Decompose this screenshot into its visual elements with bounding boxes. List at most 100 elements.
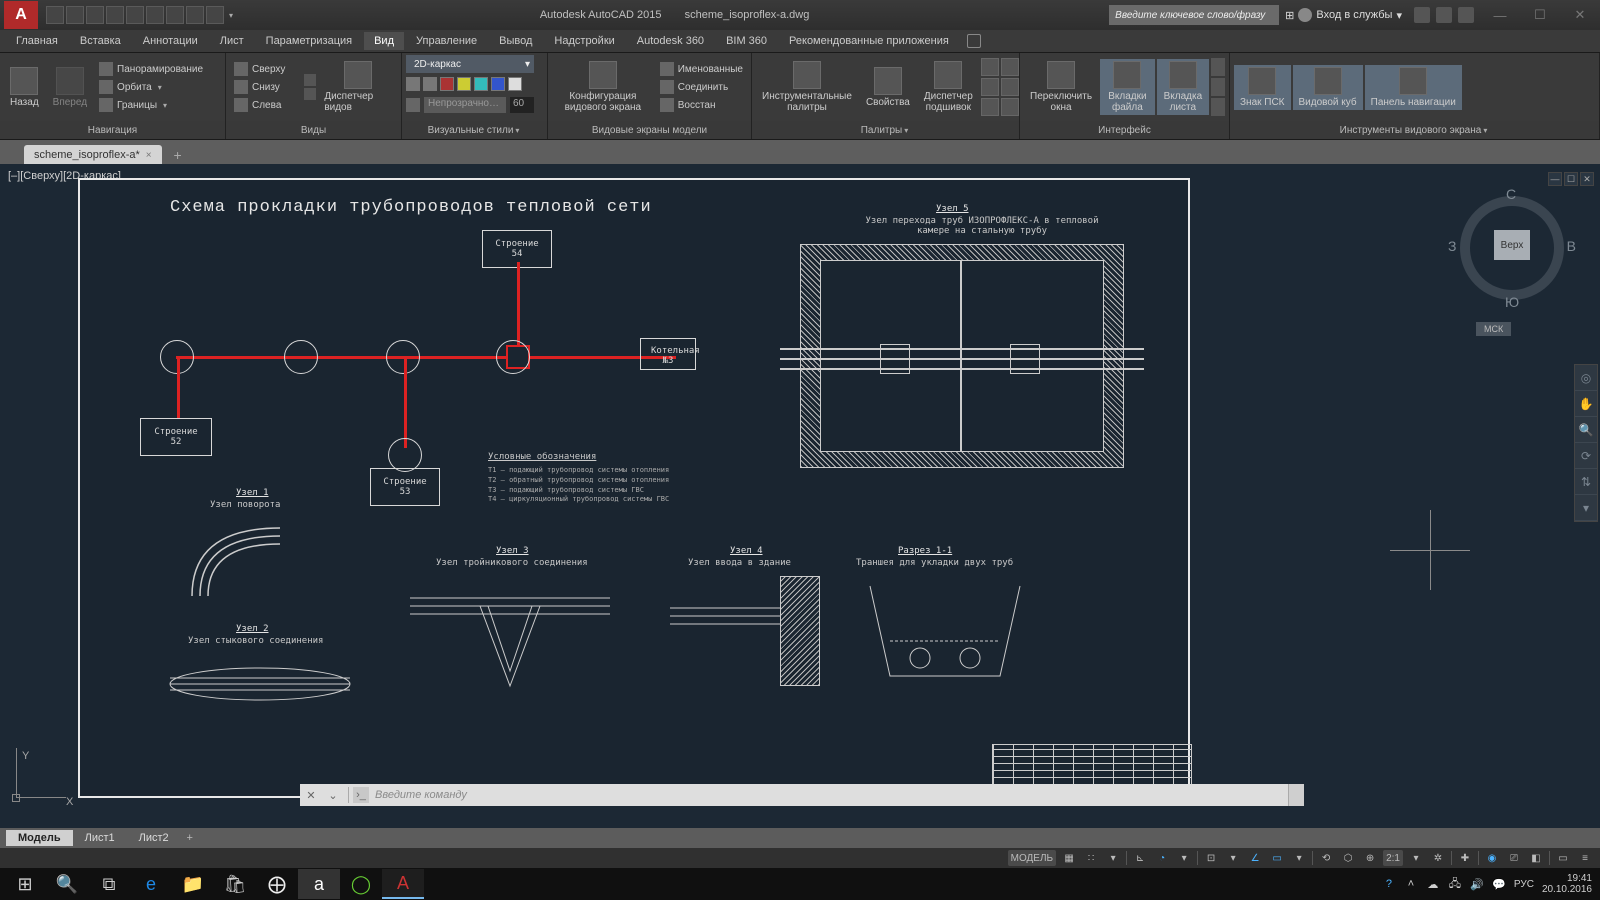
tab-view[interactable]: Вид <box>364 32 404 50</box>
view-scroll-down-icon[interactable] <box>304 88 316 100</box>
status-iso-icon[interactable]: ◧ <box>1527 850 1545 866</box>
taskview-icon[interactable]: ⧉ <box>88 869 130 899</box>
vp-close-button[interactable]: ✕ <box>1580 172 1594 186</box>
edge-icon[interactable]: e <box>130 869 172 899</box>
cmd-close-icon[interactable]: ✕ <box>302 786 320 804</box>
close-button[interactable]: ✕ <box>1560 1 1600 29</box>
status-dropdown-icon[interactable]: ▾ <box>1290 850 1308 866</box>
status-scale[interactable]: 2:1 <box>1383 850 1403 866</box>
vp-named-button[interactable]: Именованные <box>656 61 747 77</box>
palette-btn[interactable] <box>981 78 999 96</box>
status-dyn-icon[interactable]: ⊕ <box>1361 850 1379 866</box>
dropbox-icon[interactable]: ⨁ <box>256 869 298 899</box>
tray-volume-icon[interactable]: 🔊 <box>1470 877 1484 891</box>
tool-palettes-button[interactable]: Инструментальные палитры <box>756 59 858 115</box>
navbar-toggle[interactable]: Панель навигации <box>1365 65 1462 110</box>
autodesk360-icon[interactable] <box>1436 7 1452 23</box>
transparency-value[interactable]: 60 <box>510 97 534 113</box>
palette-btn[interactable] <box>981 98 999 116</box>
status-grid-icon[interactable]: ▦ <box>1060 850 1078 866</box>
nav-zoom-icon[interactable]: 🔍 <box>1575 417 1597 443</box>
tray-network-icon[interactable]: 🖧 <box>1448 877 1462 891</box>
status-hw-icon[interactable]: ⎚ <box>1505 850 1523 866</box>
status-polar-icon[interactable]: ◔ <box>1153 850 1171 866</box>
status-osnap-icon[interactable]: ⊡ <box>1202 850 1220 866</box>
chevron-down-icon[interactable]: ▾ <box>1481 126 1489 135</box>
qat-extra1-icon[interactable] <box>186 6 204 24</box>
start-button[interactable]: ⊞ <box>4 869 46 899</box>
sheetset-button[interactable]: Диспетчер подшивок <box>918 59 979 115</box>
nav-orbit-icon[interactable]: ⟳ <box>1575 443 1597 469</box>
status-3dosnap-icon[interactable]: ⬡ <box>1339 850 1357 866</box>
add-layout-button[interactable]: + <box>181 832 199 844</box>
maximize-button[interactable]: ☐ <box>1520 1 1560 29</box>
tile-h-icon[interactable] <box>1211 58 1225 76</box>
tab-selector-icon[interactable] <box>967 34 981 48</box>
compass-north[interactable]: С <box>1506 186 1516 202</box>
extent-button[interactable]: Границы▾ <box>95 97 207 113</box>
nav-wheel-icon[interactable]: ◎ <box>1575 365 1597 391</box>
view-top-button[interactable]: Сверху <box>230 61 302 77</box>
status-gear-icon[interactable]: ✲ <box>1429 850 1447 866</box>
new-file-tab-button[interactable]: + <box>168 146 188 164</box>
tab-manage[interactable]: Управление <box>406 32 487 50</box>
status-clean-icon[interactable]: ▭ <box>1554 850 1572 866</box>
swatch[interactable] <box>508 77 522 91</box>
autocad-icon[interactable]: A <box>382 869 424 899</box>
viewcube-toggle[interactable]: Видовой куб <box>1293 65 1363 110</box>
swatch[interactable] <box>474 77 488 91</box>
utorrent-icon[interactable]: ◯ <box>340 869 382 899</box>
viewcube[interactable]: С Ю З В Верх МСК <box>1452 188 1572 308</box>
tab-parametric[interactable]: Параметризация <box>256 32 362 50</box>
tray-action-icon[interactable]: 💬 <box>1492 877 1506 891</box>
signin-button[interactable]: ⊞ Вход в службы ▾ <box>1279 8 1408 22</box>
amazon-icon[interactable]: a <box>298 869 340 899</box>
properties-button[interactable]: Свойства <box>860 65 916 110</box>
view-bottom-button[interactable]: Снизу <box>230 79 302 95</box>
drawing-area[interactable]: [–][Сверху][2D-каркас] — ☐ ✕ С Ю З В Вер… <box>0 164 1600 828</box>
help-tray-icon[interactable]: ? <box>1382 877 1396 891</box>
visual-style-combo[interactable]: 2D-каркас▾ <box>406 55 534 73</box>
view-left-button[interactable]: Слева <box>230 97 302 113</box>
tab-output[interactable]: Вывод <box>489 32 542 50</box>
tab-addins[interactable]: Надстройки <box>544 32 624 50</box>
tab-a360[interactable]: Autodesk 360 <box>627 32 714 50</box>
file-tab[interactable]: scheme_isoproflex-a* × <box>24 145 162 164</box>
compass-south[interactable]: Ю <box>1505 294 1519 310</box>
layout-tab-1[interactable]: Лист1 <box>73 830 127 846</box>
qat-redo-icon[interactable] <box>166 6 184 24</box>
chevron-down-icon[interactable]: ▾ <box>156 83 164 92</box>
cmd-input[interactable]: Введите команду <box>375 789 1288 801</box>
vp-max-button[interactable]: ☐ <box>1564 172 1578 186</box>
nav-show-icon[interactable]: ⇅ <box>1575 469 1597 495</box>
navigation-bar[interactable]: ◎ ✋ 🔍 ⟳ ⇅ ▾ <box>1574 364 1598 522</box>
swatch[interactable] <box>406 77 420 91</box>
chevron-down-icon[interactable]: ▾ <box>513 126 521 135</box>
view-manager-button[interactable]: Диспетчер видов <box>318 59 397 115</box>
qat-dropdown-icon[interactable]: ▾ <box>226 6 236 24</box>
palette-btn[interactable] <box>981 58 999 76</box>
nav-more-icon[interactable]: ▾ <box>1575 495 1597 521</box>
qat-save-icon[interactable] <box>86 6 104 24</box>
search-icon[interactable]: 🔍 <box>46 869 88 899</box>
app-logo[interactable]: A <box>4 1 38 29</box>
palette-btn[interactable] <box>1001 98 1019 116</box>
status-qp-icon[interactable]: ◉ <box>1483 850 1501 866</box>
back-button[interactable]: Назад <box>4 65 45 110</box>
vp-config-button[interactable]: Конфигурация видового экрана <box>552 59 654 115</box>
swatch[interactable] <box>440 77 454 91</box>
search-input[interactable]: Введите ключевое слово/фразу <box>1109 5 1279 25</box>
tray-cloud-icon[interactable]: ☁ <box>1426 877 1440 891</box>
minimize-button[interactable]: — <box>1480 1 1520 29</box>
status-dropdown-icon[interactable]: ▾ <box>1224 850 1242 866</box>
tab-layout[interactable]: Лист <box>210 32 254 50</box>
switch-windows-button[interactable]: Переключить окна <box>1024 59 1098 115</box>
tab-annotate[interactable]: Аннотации <box>133 32 208 50</box>
qat-saveas-icon[interactable] <box>106 6 124 24</box>
wcs-chip[interactable]: МСК <box>1476 322 1511 336</box>
cascade-icon[interactable] <box>1211 98 1225 116</box>
compass-east[interactable]: В <box>1567 238 1576 254</box>
status-lw-icon[interactable]: ▭ <box>1268 850 1286 866</box>
tray-clock[interactable]: 19:41 20.10.2016 <box>1542 873 1592 895</box>
file-tabs-toggle[interactable]: Вкладки файла <box>1100 59 1155 115</box>
